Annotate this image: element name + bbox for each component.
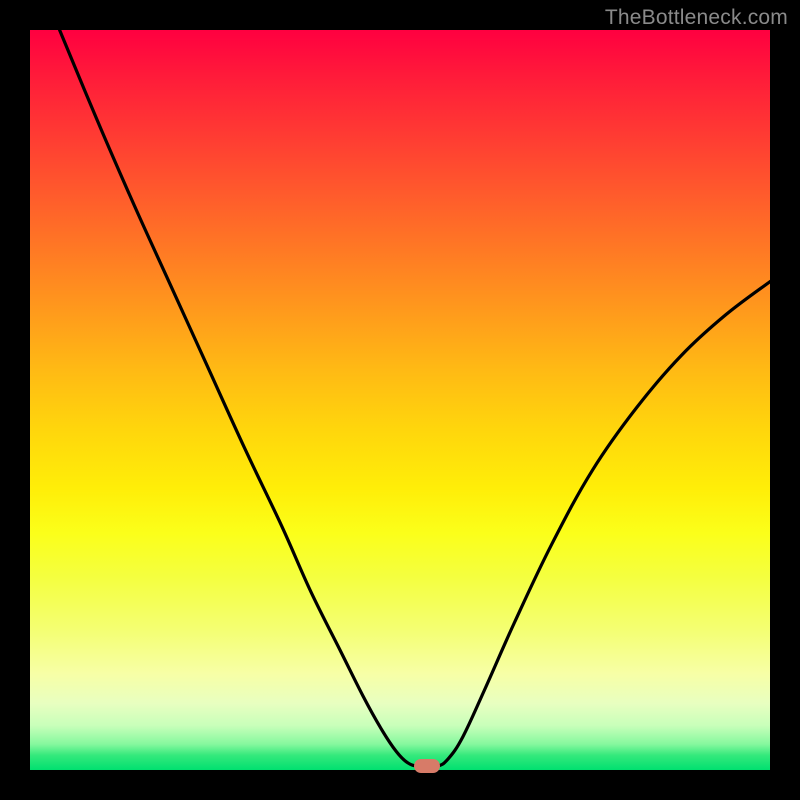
bottleneck-curve <box>30 30 770 770</box>
minimum-marker <box>414 759 440 773</box>
watermark-text: TheBottleneck.com <box>605 6 788 30</box>
chart-frame: TheBottleneck.com <box>0 0 800 800</box>
plot-area <box>30 30 770 770</box>
